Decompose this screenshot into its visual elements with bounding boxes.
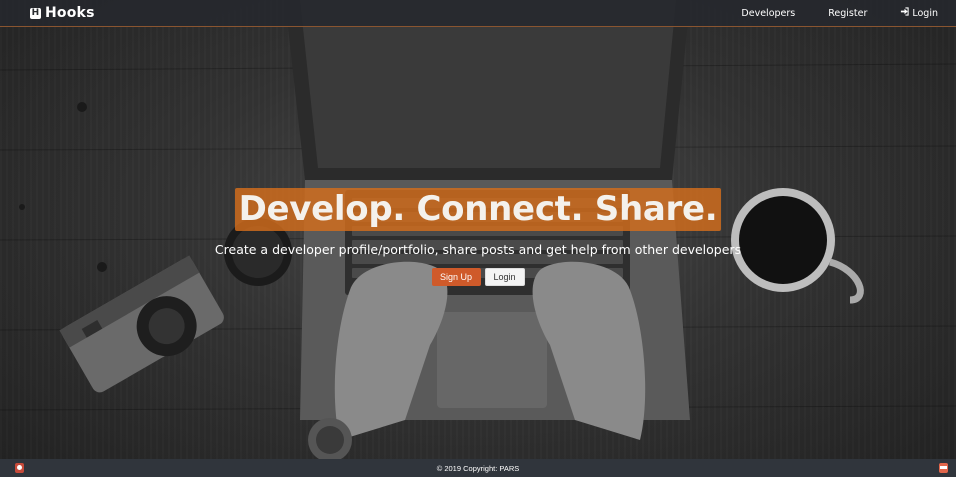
nav-link-login[interactable]: Login (867, 7, 938, 19)
nav-link-label: Login (912, 7, 938, 19)
nav-link-label: Register (828, 7, 868, 19)
hero-buttons: Sign Up Login (431, 268, 525, 286)
app-badge-icon[interactable] (939, 463, 948, 473)
sign-in-icon (900, 7, 909, 19)
footer: © 2019 Copyright: PARS (0, 459, 956, 477)
brand-name: Hooks (45, 5, 95, 21)
hero-lead-text: Create a developer profile/portfolio, sh… (214, 242, 742, 257)
hooks-logo-icon: H (30, 7, 41, 19)
app-badge-icon[interactable] (15, 463, 24, 473)
navbar: H Hooks Developers Register Login (0, 0, 956, 27)
hero-title: Develop. Connect. Share. (234, 188, 722, 231)
signup-button[interactable]: Sign Up (431, 268, 481, 286)
brand-logo-link[interactable]: H Hooks (30, 5, 95, 21)
nav-links: Developers Register Login (708, 7, 938, 19)
nav-link-register[interactable]: Register (795, 8, 867, 19)
footer-copyright: © 2019 Copyright: PARS (436, 463, 520, 473)
hero-section: Develop. Connect. Share. Create a develo… (0, 188, 956, 286)
login-button[interactable]: Login (484, 268, 525, 286)
nav-link-label: Developers (741, 7, 796, 19)
nav-link-developers[interactable]: Developers (708, 8, 795, 19)
